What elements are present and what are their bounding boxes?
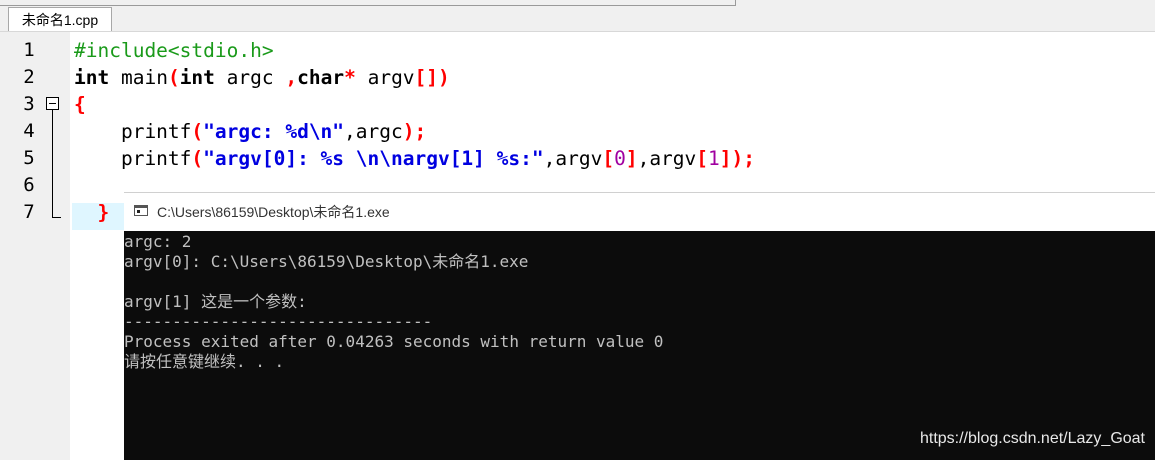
line-number: 5 (23, 147, 35, 169)
code-string: "argv[0]: %s \n\nargv[1] %s:" (203, 147, 544, 170)
code-bracket: [ (602, 147, 615, 170)
code-line-7: } (74, 201, 110, 224)
console-line: -------------------------------- (124, 312, 433, 331)
fold-guide-end (52, 217, 61, 218)
line-number: 6 (23, 174, 35, 196)
console-titlebar[interactable]: C:\Users\86159\Desktop\未命名1.exe (124, 192, 1155, 231)
line-number: 2 (23, 66, 35, 88)
code-paren: ( (191, 120, 204, 143)
code-number: 0 (614, 147, 626, 170)
code-line-4: printf("argc: %d\n",argc); (74, 118, 426, 145)
toolbar-edge (0, 0, 736, 6)
code-paren: ) (438, 66, 450, 89)
line-number: 4 (23, 120, 35, 142)
code-token: argc (214, 66, 286, 89)
code-paren: ( (191, 147, 204, 170)
console-line: Process exited after 0.04263 seconds wit… (124, 332, 664, 351)
tab-file-unnamed1[interactable]: 未命名1.cpp (8, 7, 112, 32)
console-window-icon (134, 205, 148, 216)
code-bracket: [ (696, 147, 709, 170)
code-paren: ( (167, 66, 180, 89)
code-paren: ); (402, 120, 427, 143)
console-title: C:\Users\86159\Desktop\未命名1.exe (157, 204, 390, 220)
tab-strip: 未命名1.cpp (0, 0, 1155, 32)
code-bracket: ]); (719, 147, 756, 170)
keyword-int: int (74, 66, 110, 89)
line-number: 1 (23, 39, 35, 61)
code-token: ,argv (637, 147, 697, 170)
line-number: 3 (23, 93, 35, 115)
code-comma: , (285, 66, 298, 89)
keyword-int: int (179, 66, 215, 89)
code-token: ,argv (543, 147, 603, 170)
code-number: 1 (708, 147, 720, 170)
code-token: main (109, 66, 168, 89)
console-line: 请按任意键继续. . . (124, 352, 285, 371)
code-bracket: ] (625, 147, 638, 170)
console-window[interactable]: C:\Users\86159\Desktop\未命名1.exe argc: 2 … (124, 192, 1155, 460)
fold-guide-line (52, 110, 53, 218)
code-token: argv (355, 66, 415, 89)
code-line-1: #include<stdio.h> (74, 39, 274, 62)
line-number: 7 (23, 201, 35, 223)
console-line: argc: 2 (124, 232, 192, 251)
code-asterisk: * (344, 66, 356, 89)
code-line-3: { (74, 93, 86, 116)
code-string: "argc: %d\n" (203, 120, 345, 143)
console-output: argc: 2 argv[0]: C:\Users\86159\Desktop\… (124, 232, 1155, 460)
code-line-2: int main(int argc ,char* argv[]) (74, 64, 450, 91)
keyword-char: char (297, 66, 345, 89)
code-token: printf (74, 120, 192, 143)
code-token: printf (74, 147, 192, 170)
line-number-gutter: 1 2 3 4 5 6 7 (0, 32, 70, 460)
code-token: ,argc (344, 120, 403, 143)
watermark: https://blog.csdn.net/Lazy_Goat (919, 430, 1145, 447)
console-line: argv[1] 这是一个参数: (124, 292, 307, 311)
fold-minus-icon[interactable] (46, 97, 59, 110)
code-brackets: [] (414, 66, 439, 89)
code-line-5: printf("argv[0]: %s \n\nargv[1] %s:",arg… (74, 145, 755, 172)
console-line: argv[0]: C:\Users\86159\Desktop\未命名1.exe (124, 252, 529, 271)
